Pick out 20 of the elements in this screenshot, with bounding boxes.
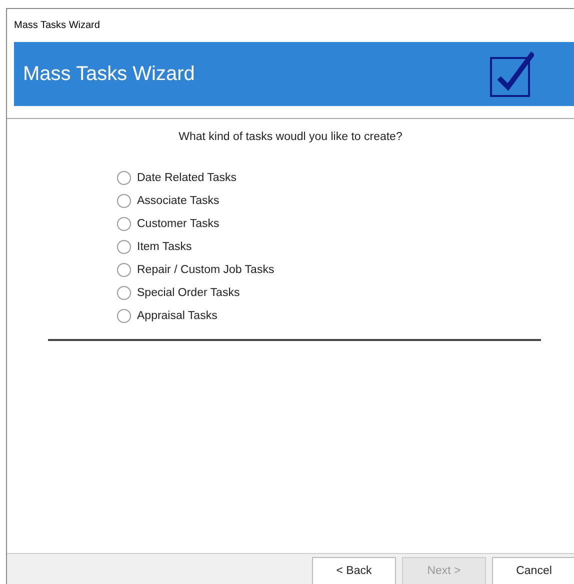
radio-button[interactable] [117, 217, 131, 231]
window-title: Mass Tasks Wizard [14, 20, 100, 31]
wizard-button[interactable]: < Back [312, 557, 396, 584]
question-text: What kind of tasks woudl you like to create? [178, 131, 402, 143]
radio-button[interactable] [117, 171, 131, 185]
banner-title: Mass Tasks Wizard [23, 62, 195, 86]
radio-option[interactable]: Associate Tasks [117, 191, 220, 211]
wizard-button[interactable]: Cancel [492, 557, 574, 584]
radio-option[interactable]: Customer Tasks [117, 214, 220, 234]
radio-option[interactable]: Item Tasks [117, 237, 192, 257]
radio-button[interactable] [117, 194, 131, 208]
radio-option[interactable]: Special Order Tasks [117, 283, 240, 303]
radio-option[interactable]: Date Related Tasks [117, 168, 237, 188]
checkbox-icon [490, 51, 534, 97]
radio-option[interactable]: Repair / Custom Job Tasks [117, 260, 274, 280]
radio-option[interactable]: Appraisal Tasks [117, 306, 218, 326]
radio-button[interactable] [117, 286, 131, 300]
radio-button[interactable] [117, 263, 131, 277]
radio-button[interactable] [117, 240, 131, 254]
radio-button[interactable] [117, 309, 131, 323]
